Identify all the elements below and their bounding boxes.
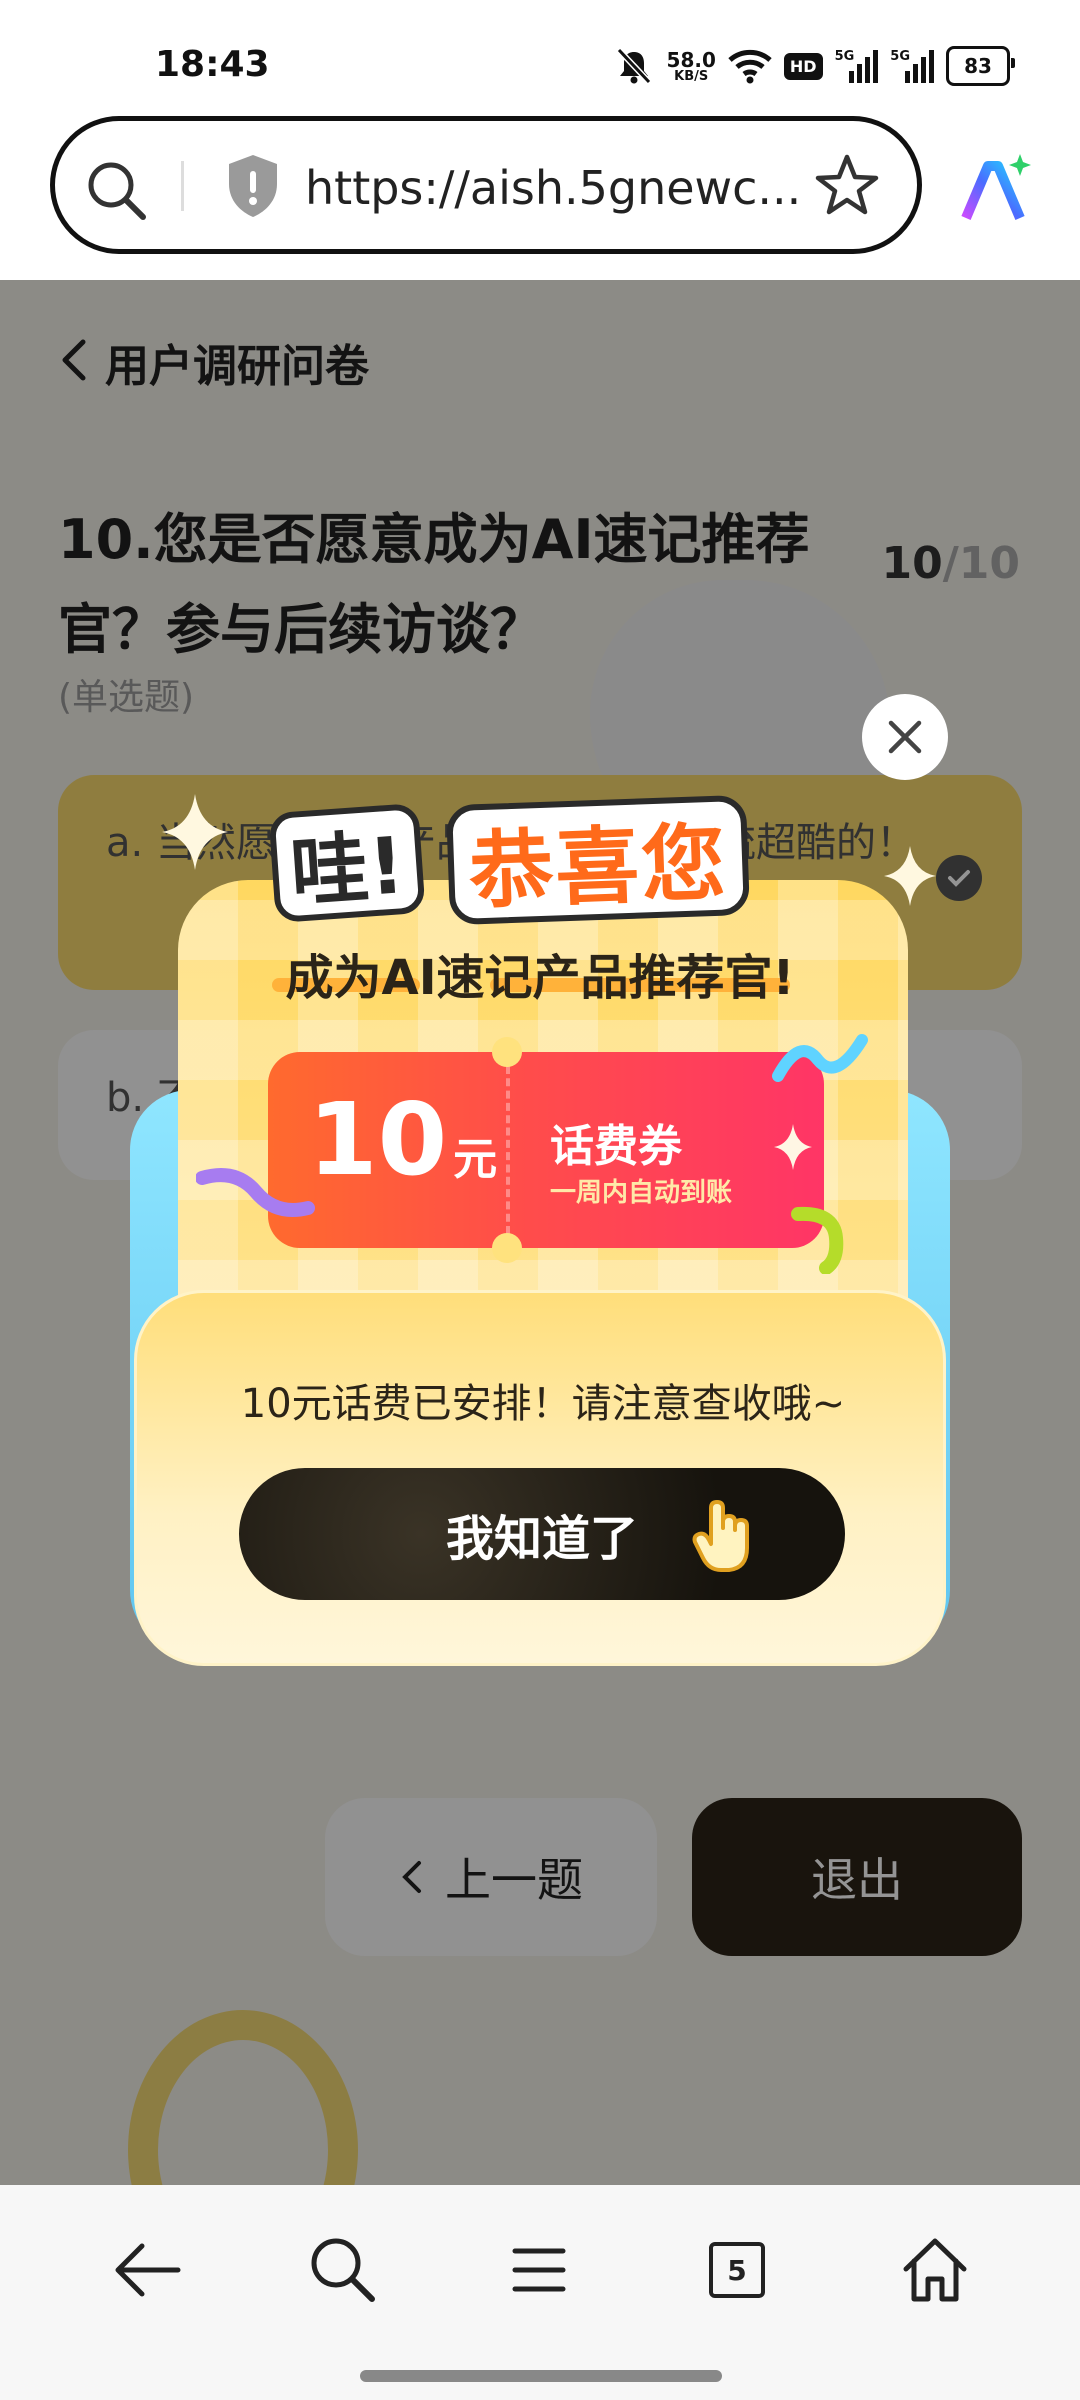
signal-label-1: 5G xyxy=(834,48,855,64)
confirm-label: 我知道了 xyxy=(445,1511,638,1567)
confetti-icon-blue xyxy=(770,1026,870,1090)
confetti-icon-purple xyxy=(195,1162,316,1236)
coupon-amount-value: 10 xyxy=(308,1081,448,1198)
signal-icon-1: 5G xyxy=(835,46,879,86)
tabs-icon: 5 xyxy=(709,2242,765,2298)
url-divider xyxy=(181,161,184,211)
network-speed: 58.0 KB/S xyxy=(667,46,716,86)
hd-voice-icon: HD xyxy=(783,46,823,86)
menu-icon xyxy=(512,2248,566,2292)
status-time: 18:43 xyxy=(155,44,270,85)
wa-text: 哇! xyxy=(287,821,408,919)
congrats-bubble: 恭喜您 xyxy=(445,794,751,926)
phone-credit-coupon: 10 元 话费券 一周内自动到账 xyxy=(268,1052,824,1248)
bottom-navigation: 5 xyxy=(0,2185,1080,2400)
network-speed-value: 58.0 xyxy=(666,47,716,72)
status-bar: 18:43 58.0 KB/S HD 5G 5G 83 xyxy=(0,0,1080,110)
signal-icon-2: 5G xyxy=(890,46,934,86)
home-indicator[interactable] xyxy=(360,2370,722,2382)
modal-message: 10元话费已安排！请注意查收哦~ xyxy=(240,1381,846,1427)
search-icon[interactable] xyxy=(85,159,149,227)
nav-back[interactable] xyxy=(102,2225,192,2315)
url-text[interactable]: https://aish.5gnewc... xyxy=(305,161,801,215)
reward-modal: 哇! 恭喜您 成为AI速记产品推荐官! 10 元 话费券 一周内自动到账 10元… xyxy=(130,700,950,1670)
sparkle-icon-left xyxy=(160,792,230,876)
hand-pointer-icon xyxy=(691,1498,755,1578)
browser-bar: https://aish.5gnewc... xyxy=(0,110,1080,280)
coupon-notch-top xyxy=(492,1037,522,1067)
coupon-amount: 10 元 xyxy=(308,1090,497,1190)
status-icons: 58.0 KB/S HD 5G 5G 83 xyxy=(613,44,1015,88)
search-icon xyxy=(311,2238,375,2302)
nav-menu[interactable] xyxy=(494,2225,584,2315)
ai-assistant-icon[interactable] xyxy=(958,152,1034,232)
modal-subtitle: 成为AI速记产品推荐官! xyxy=(285,950,795,1006)
back-arrow-icon xyxy=(115,2243,181,2297)
battery-level: 83 xyxy=(964,54,992,78)
signal-label-2: 5G xyxy=(890,48,910,64)
nav-search[interactable] xyxy=(298,2225,388,2315)
sparkle-icon-right xyxy=(882,844,938,912)
coupon-description: 一周内自动到账 xyxy=(550,1178,733,1208)
coupon-notch-bottom xyxy=(492,1233,522,1263)
congrats-text: 恭喜您 xyxy=(467,813,729,920)
wa-bubble: 哇! xyxy=(268,802,426,924)
coupon-sparkle-icon xyxy=(772,1122,814,1176)
confetti-icon-green xyxy=(790,1204,860,1278)
wifi-icon xyxy=(728,46,772,86)
star-icon[interactable] xyxy=(812,151,882,225)
network-speed-unit: KB/S xyxy=(674,68,709,84)
tab-count: 5 xyxy=(727,2253,747,2287)
shield-icon[interactable] xyxy=(223,151,283,225)
battery-icon: 83 xyxy=(946,46,1015,86)
hd-label: HD xyxy=(783,52,823,80)
modal-front-card: 10元话费已安排！请注意查收哦~ 我知道了 xyxy=(134,1290,946,1666)
mute-icon xyxy=(613,46,655,86)
home-icon xyxy=(903,2238,967,2302)
coupon-divider xyxy=(506,1066,510,1234)
nav-tabs[interactable]: 5 xyxy=(692,2225,782,2315)
url-bar[interactable]: https://aish.5gnewc... xyxy=(50,116,922,254)
nav-home[interactable] xyxy=(890,2225,980,2315)
coupon-name: 话费券 xyxy=(550,1121,682,1172)
coupon-amount-unit: 元 xyxy=(453,1134,498,1185)
confirm-button[interactable]: 我知道了 xyxy=(239,1468,845,1600)
